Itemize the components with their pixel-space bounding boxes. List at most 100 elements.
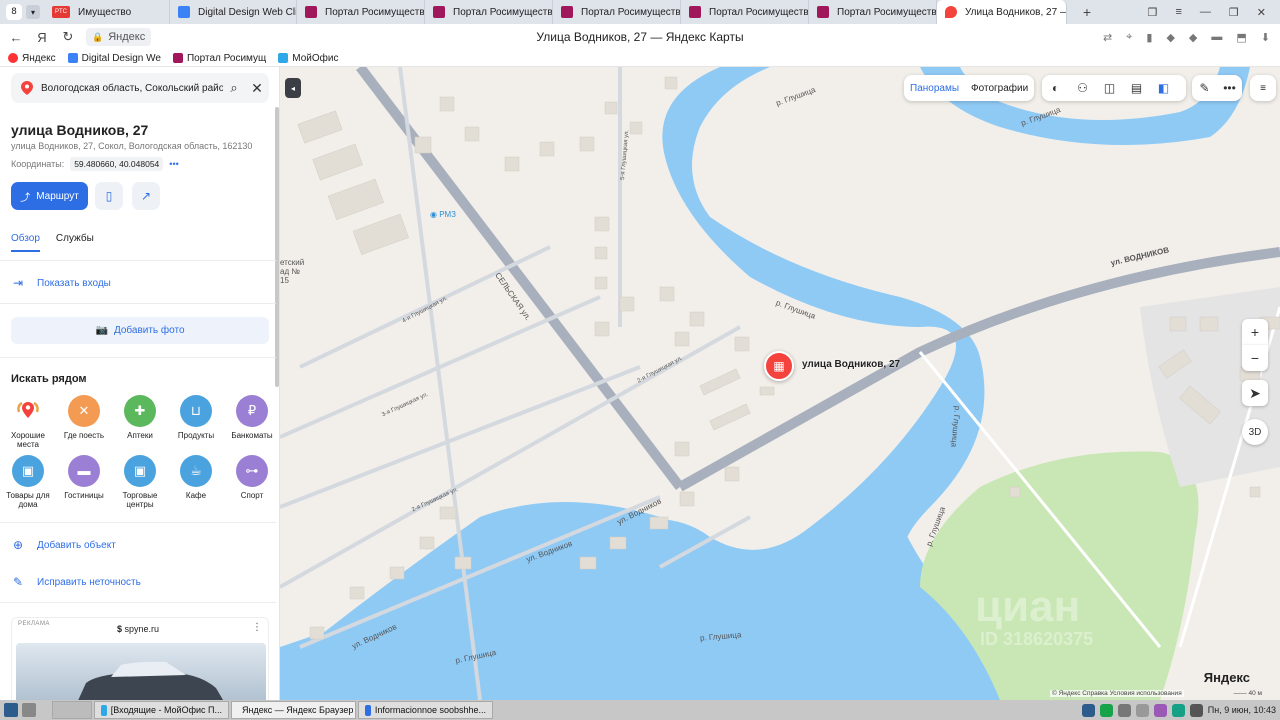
volume-icon[interactable] [1189, 703, 1203, 717]
bus-icon[interactable]: ▤ [1123, 81, 1150, 95]
zoom-in-button[interactable]: + [1242, 319, 1268, 345]
bookmark-item[interactable]: Портал Росимущ [172, 53, 266, 64]
bookmark-icon[interactable]: ▮ [1146, 31, 1152, 44]
browser-tab[interactable]: PTC Имущество [44, 0, 170, 24]
yandex-tray-icon[interactable] [1081, 703, 1095, 717]
network-icon[interactable] [1135, 703, 1149, 717]
taskbar-item[interactable]: Informacionnoe soobshhe... [358, 701, 493, 719]
3d-button[interactable]: 3D [1242, 419, 1268, 445]
taskbar-item-active[interactable]: Яндекс — Яндекс Браузер [231, 701, 356, 719]
category-label: Где поесть [63, 431, 105, 440]
extension-icon[interactable]: ◆ [1166, 31, 1174, 44]
tray-icon[interactable] [1153, 703, 1167, 717]
browser-tab[interactable]: Digital Design Web Client [170, 0, 297, 24]
new-tab-icon[interactable]: + [1077, 4, 1097, 20]
tab-label: Портал Росимущества [709, 6, 809, 18]
panoramas-button[interactable]: Панорамы [904, 83, 965, 94]
map-layer-icon[interactable]: ◐ [1042, 81, 1069, 95]
minimize-icon[interactable]: — [1200, 6, 1211, 19]
layers-icon[interactable]: ◧ [1150, 81, 1177, 95]
search-input[interactable]: Вологодская область, Сокольский район [41, 83, 223, 94]
category-sport[interactable]: ⊶ Спорт [224, 455, 279, 500]
ad-image[interactable] [16, 643, 266, 700]
more-vertical-icon[interactable]: ⋮ [252, 622, 262, 633]
coords-more-icon[interactable]: ••• [169, 159, 178, 169]
bookmark-item[interactable]: Digital Design We [67, 53, 161, 64]
coords-value[interactable]: 59.480660, 40.048054 [70, 157, 164, 171]
category-atm[interactable]: ₽ Банкоматы [224, 395, 279, 440]
zoom-out-button[interactable]: − [1242, 345, 1268, 371]
camera-icon[interactable]: ◫ [1096, 81, 1123, 95]
translate-icon[interactable]: ⇄ [1103, 31, 1112, 44]
search-icon[interactable]: ⌕ [223, 80, 245, 96]
tray-icon[interactable] [1099, 703, 1113, 717]
add-object-link[interactable]: ⊕ Добавить объект [11, 538, 116, 552]
back-icon[interactable]: ← [6, 30, 26, 45]
browser-tab[interactable]: Портал Росимущества [809, 0, 937, 24]
copyright[interactable]: © Яндекс Справка Условия использования [1050, 690, 1184, 697]
close-icon[interactable]: ✕ [245, 80, 269, 97]
map-canvas[interactable]: ◂ ул. ВОДНИКОВ ул. Водников ул. Водников… [280, 67, 1280, 700]
os-taskbar: [Входящие - МойОфис П... Яндекс — Яндекс… [0, 700, 1280, 720]
taskbar-item[interactable]: [Входящие - МойОфис П... [94, 701, 229, 719]
add-object-label: Добавить объект [37, 539, 116, 551]
route-button[interactable]: ⤴ Маршрут [11, 182, 88, 210]
taskbar-blank[interactable] [52, 701, 92, 719]
search-box[interactable]: Вологодская область, Сокольский район ⌕ … [11, 73, 269, 103]
tab-list-chevron-icon[interactable]: ▾ [26, 5, 40, 19]
browser-tab[interactable]: Портал Росимущества [425, 0, 553, 24]
menu-icon[interactable]: ≡ [1175, 6, 1181, 19]
browser-tab-active[interactable]: Улица Водников, 27 — ✕ [937, 0, 1067, 24]
share-button[interactable]: ↗ [132, 182, 160, 210]
browser-tab[interactable]: Портал Росимущества [553, 0, 681, 24]
start-button[interactable] [0, 701, 50, 719]
transport-icon[interactable]: ⚇ [1069, 81, 1096, 95]
tab-overview[interactable]: Обзор [11, 233, 40, 252]
tray-icon[interactable] [1171, 703, 1185, 717]
category-good-places[interactable]: Хорошие места [0, 395, 56, 449]
collections-icon[interactable]: ❐ [1148, 6, 1158, 19]
category-cafe[interactable]: ☕ Кафе [168, 455, 224, 500]
browser-tab[interactable]: Портал Росимущества [297, 0, 425, 24]
browser-tab[interactable]: Портал Росимущества [681, 0, 809, 24]
save-bookmark-button[interactable]: ▯ [95, 182, 123, 210]
category-home-goods[interactable]: ▣ Товары для дома [0, 455, 56, 509]
bookmark-item[interactable]: Яндекс [8, 53, 56, 64]
download-icon[interactable]: ⬇ [1261, 31, 1270, 44]
desktop-icon [22, 703, 36, 717]
more-horizontal-icon[interactable]: ••• [1217, 81, 1242, 95]
category-food[interactable]: ✕ Где поесть [56, 395, 112, 440]
main-menu-button[interactable]: ≡ [1250, 75, 1276, 101]
bookmark-item[interactable]: МойОфис [278, 53, 338, 64]
tab-counter[interactable]: 8 [6, 4, 22, 20]
collapse-sidebar-icon[interactable]: ◂ [285, 78, 301, 98]
clock[interactable]: Пн, 9 июн, 10:43 [1208, 705, 1276, 715]
tab-services[interactable]: Службы [56, 233, 94, 252]
ad-block[interactable]: РЕКЛАМА $ spyne.ru ⋮ [11, 617, 269, 700]
yandex-icon[interactable]: Я [32, 30, 52, 45]
place-marker[interactable]: ▦ [764, 351, 794, 381]
extension-icon[interactable]: ◆ [1189, 31, 1197, 44]
category-pharmacy[interactable]: ✚ Аптеки [112, 395, 168, 440]
restore-icon[interactable]: ❐ [1229, 6, 1239, 19]
category-hotels[interactable]: ▬ Гостиницы [56, 455, 112, 500]
category-malls[interactable]: ▣ Торговые центры [112, 455, 168, 509]
fix-error-link[interactable]: ✎ Исправить неточность [11, 575, 141, 589]
close-window-icon[interactable]: ✕ [1257, 6, 1266, 19]
category-label: Спорт [240, 491, 264, 500]
category-groceries[interactable]: ⊔ Продукты [168, 395, 224, 440]
url-field[interactable]: 🔒 Яндекс [86, 28, 152, 46]
sidebar-scrollbar[interactable] [275, 107, 279, 387]
extension-icon[interactable]: ▬ [1211, 31, 1222, 44]
show-entrances-link[interactable]: ⇥ Показать входы [11, 276, 111, 290]
photos-button[interactable]: Фотографии [965, 83, 1034, 94]
ruler-icon[interactable]: ✎ [1192, 81, 1217, 95]
extension-icon[interactable]: ⬒ [1236, 31, 1246, 44]
location-icon[interactable]: ⌖ [1126, 31, 1132, 44]
reload-icon[interactable]: ↻ [58, 29, 78, 45]
add-photo-button[interactable]: 📷 Добавить фото [11, 317, 269, 344]
keyboard-icon[interactable] [1117, 703, 1131, 717]
poi-rmz[interactable]: ◉ РМЗ [430, 210, 456, 219]
place-tabs: Обзор Службы [11, 233, 94, 252]
my-location-button[interactable]: ➤ [1242, 380, 1268, 406]
